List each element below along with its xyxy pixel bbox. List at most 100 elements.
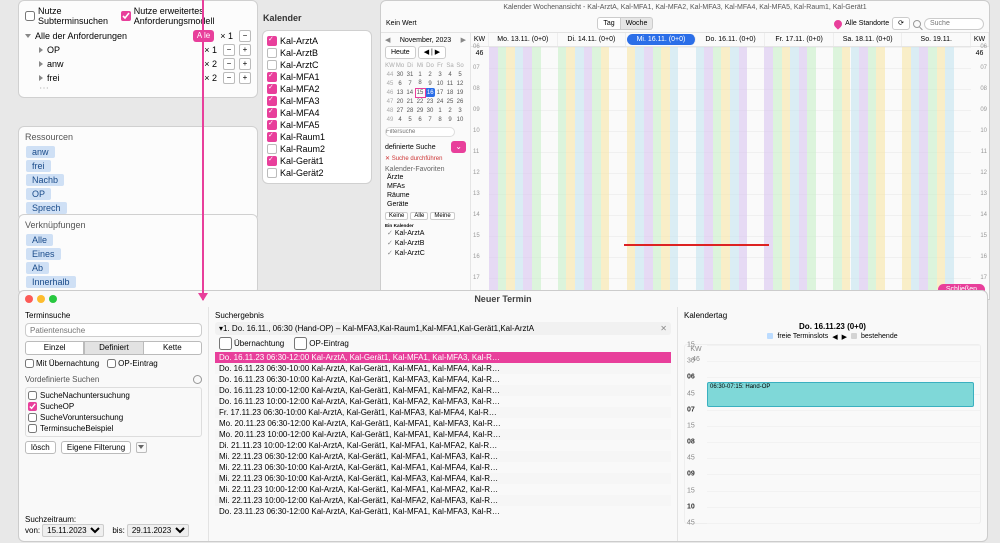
result-row[interactable]: Mo. 20.11.23 06:30-12:00 Kal-ArztA, Kal-…: [215, 418, 671, 429]
calendar-name[interactable]: Kal-Raum1: [280, 132, 325, 142]
plus-button[interactable]: +: [239, 58, 251, 70]
close-icon[interactable]: ✕: [660, 324, 667, 333]
calendar-item[interactable]: Kal-ArztA: [385, 228, 466, 238]
today-button[interactable]: Heute: [385, 46, 416, 59]
minus-button[interactable]: −: [223, 72, 235, 84]
day-header[interactable]: Sa. 18.11. (0+0): [834, 33, 903, 46]
overnight-check-2[interactable]: Übernachtung: [219, 337, 284, 350]
calendar-checkbox[interactable]: [267, 96, 277, 106]
nav-buttons[interactable]: ◀ | ▶: [418, 46, 446, 59]
month-label[interactable]: November, 2023: [393, 37, 457, 44]
result-row[interactable]: Do. 16.11.23 10:00-12:00 Kal-ArztA, Kal-…: [215, 396, 671, 407]
plus-button[interactable]: +: [239, 72, 251, 84]
prev-day-button[interactable]: ◀: [832, 333, 837, 341]
result-row[interactable]: Do. 16.11.23 06:30-10:00 Kal-ArztA, Kal-…: [215, 374, 671, 385]
result-row[interactable]: Mo. 20.11.23 10:00-12:00 Kal-ArztA, Kal-…: [215, 429, 671, 440]
window-controls[interactable]: [25, 295, 57, 303]
plus-button[interactable]: +: [239, 44, 251, 56]
day-header[interactable]: So. 19.11.: [902, 33, 971, 46]
result-row[interactable]: Di. 21.11.23 10:00-12:00 Kal-ArztA, Kal-…: [215, 440, 671, 451]
calendar-name[interactable]: Kal-ArztA: [280, 36, 318, 46]
calendar-checkbox[interactable]: [267, 168, 277, 178]
calendar-name[interactable]: Kal-MFA2: [280, 84, 320, 94]
favorite-item[interactable]: Ärzte: [385, 173, 466, 182]
calendar-checkbox[interactable]: [267, 60, 277, 70]
minus-button[interactable]: −: [223, 44, 235, 56]
search-input[interactable]: [924, 18, 984, 30]
calendar-checkbox[interactable]: [267, 72, 277, 82]
own-filter-button[interactable]: Eigene Filterung: [61, 441, 131, 454]
link-chip[interactable]: Innerhalb: [26, 276, 76, 288]
collapse-icon[interactable]: [25, 34, 31, 38]
chevron-right-icon[interactable]: [39, 75, 43, 81]
resource-chip[interactable]: Sprech: [26, 202, 67, 214]
resource-chip[interactable]: anw: [26, 146, 55, 158]
favorite-item[interactable]: MFAs: [385, 182, 466, 191]
defined-search-dropdown[interactable]: definierte Suche: [385, 144, 448, 151]
filter-icon[interactable]: [136, 442, 147, 453]
link-chip[interactable]: Alle: [26, 234, 53, 246]
segment-option[interactable]: Definiert: [84, 341, 143, 355]
result-row[interactable]: Fr. 17.11.23 06:30-10:00 Kal-ArztA, Kal-…: [215, 407, 671, 418]
resource-chip[interactable]: OP: [26, 188, 51, 200]
run-search-link[interactable]: Suche durchführen: [392, 156, 443, 162]
calendar-checkbox[interactable]: [267, 84, 277, 94]
day-header[interactable]: Mi. 16.11. (0+0): [627, 34, 696, 45]
search-type-segment[interactable]: EinzelDefiniertKette: [25, 341, 202, 355]
calendar-name[interactable]: Kal-MFA1: [280, 72, 320, 82]
result-row[interactable]: Mi. 22.11.23 10:00-12:00 Kal-ArztA, Kal-…: [215, 495, 671, 506]
op-entry-check[interactable]: OP-Eintrag: [107, 359, 158, 368]
all-button[interactable]: Alle: [410, 212, 428, 220]
refresh-icon[interactable]: [193, 375, 202, 384]
favorite-item[interactable]: Geräte: [385, 200, 466, 209]
defined-pill[interactable]: ⌄: [451, 141, 466, 153]
calendar-name[interactable]: Kal-Gerät1: [280, 156, 324, 166]
day-header[interactable]: Mo. 13.11. (0+0): [489, 33, 558, 46]
result-row[interactable]: Do. 16.11.23 10:00-12:00 Kal-ArztA, Kal-…: [215, 385, 671, 396]
calendar-checkbox[interactable]: [267, 48, 277, 58]
to-date[interactable]: 29.11.2023: [127, 524, 189, 537]
req-item[interactable]: anw: [47, 59, 198, 69]
calendar-name[interactable]: Kal-Gerät2: [280, 168, 324, 178]
day-header[interactable]: Di. 14.11. (0+0): [558, 33, 627, 46]
week-grid[interactable]: KW 46 Mo. 13.11. (0+0)Di. 14.11. (0+0)Mi…: [471, 33, 989, 299]
result-group-header[interactable]: ▾ 1. Do. 16.11., 06:30 (Hand-OP) – Kal-M…: [215, 322, 671, 335]
refresh-button[interactable]: ⟳: [892, 17, 910, 30]
predef-check[interactable]: [28, 413, 37, 422]
appointment-block[interactable]: 06:30-07:15: Hand-OP: [707, 382, 974, 407]
calendar-checkbox[interactable]: [267, 36, 277, 46]
link-chip[interactable]: Eines: [26, 248, 61, 260]
from-date[interactable]: 15.11.2023: [42, 524, 104, 537]
calendar-checkbox[interactable]: [267, 108, 277, 118]
result-row[interactable]: Mi. 22.11.23 06:30-12:00 Kal-ArztA, Kal-…: [215, 451, 671, 462]
sub-search-check[interactable]: Nutze Subterminsuchen: [25, 6, 111, 26]
overnight-check[interactable]: Mit Übernachtung: [25, 359, 99, 368]
predef-name[interactable]: SucheNachuntersuchung: [40, 391, 130, 400]
calendar-name[interactable]: Kal-ArztB: [280, 48, 318, 58]
calendar-checkbox[interactable]: [267, 156, 277, 166]
day-grid[interactable]: KW 46 15300645071508450915104506:30-07:1…: [684, 344, 981, 524]
result-row[interactable]: Do. 16.11.23 06:30-12:00 Kal-ArztA, Kal-…: [215, 352, 671, 363]
op-entry-check-2[interactable]: OP-Eintrag: [294, 337, 349, 350]
day-header[interactable]: Fr. 17.11. (0+0): [765, 33, 834, 46]
location-select[interactable]: Alle Standorte: [845, 20, 889, 27]
favorite-item[interactable]: Räume: [385, 191, 466, 200]
patient-search-input[interactable]: [25, 323, 202, 337]
calendar-name[interactable]: Kal-Raum2: [280, 144, 325, 154]
segment-option[interactable]: Kette: [144, 341, 202, 355]
segment-option[interactable]: Einzel: [25, 341, 84, 355]
day-header[interactable]: Do. 16.11. (0+0): [697, 33, 766, 46]
view-segment[interactable]: Tag Woche: [597, 17, 653, 30]
result-row[interactable]: Mi. 22.11.23 10:00-12:00 Kal-ArztA, Kal-…: [215, 484, 671, 495]
link-chip[interactable]: Ab: [26, 262, 49, 274]
calendar-name[interactable]: Kal-MFA5: [280, 120, 320, 130]
resource-chip[interactable]: frei: [26, 160, 51, 172]
result-row[interactable]: Do. 23.11.23 06:30-12:00 Kal-ArztA, Kal-…: [215, 506, 671, 517]
filter-input[interactable]: [385, 127, 455, 137]
predef-name[interactable]: TerminsucheBeispiel: [40, 424, 113, 433]
calendar-name[interactable]: Kal-MFA3: [280, 96, 320, 106]
calendar-checkbox[interactable]: [267, 120, 277, 130]
predef-check[interactable]: [28, 391, 37, 400]
result-row[interactable]: Mi. 22.11.23 06:30-10:00 Kal-ArztA, Kal-…: [215, 473, 671, 484]
chevron-right-icon[interactable]: [39, 61, 43, 67]
